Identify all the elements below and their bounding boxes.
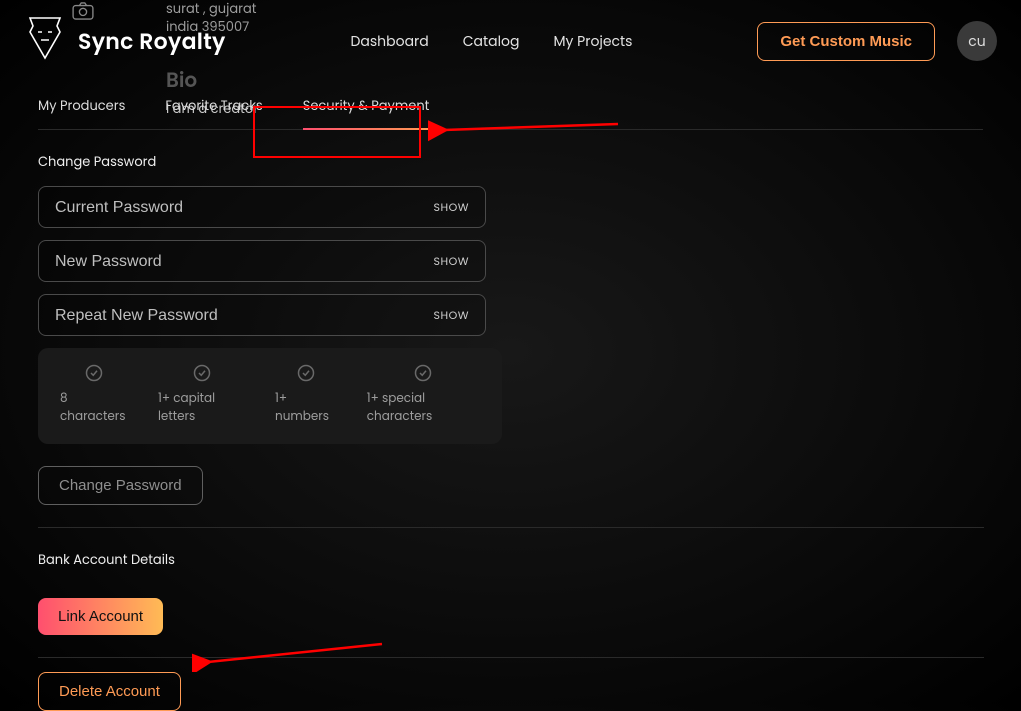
rule-special-characters: 1+ special characters — [367, 364, 480, 426]
avatar[interactable]: cu — [957, 21, 997, 61]
rule-label: 1+ numbers — [275, 390, 337, 426]
brand-name: Sync Royalty — [78, 25, 226, 58]
divider — [38, 527, 984, 528]
show-toggle-repeat[interactable]: SHOW — [434, 307, 469, 324]
tab-my-producers[interactable]: My Producers — [38, 82, 125, 130]
repeat-password-input[interactable] — [55, 307, 434, 324]
repeat-password-field[interactable]: SHOW — [38, 294, 486, 336]
check-circle-icon — [193, 364, 211, 382]
link-account-button[interactable]: Link Account — [38, 598, 163, 635]
bank-account-title: Bank Account Details — [38, 550, 983, 570]
header: Sync Royalty Dashboard Catalog My Projec… — [0, 0, 1021, 82]
tab-favorite-tracks[interactable]: Favorite Tracks — [165, 82, 262, 130]
header-right: Get Custom Music cu — [757, 21, 997, 61]
get-custom-music-button[interactable]: Get Custom Music — [757, 22, 935, 61]
main-nav: Dashboard Catalog My Projects — [351, 31, 633, 52]
new-password-field[interactable]: SHOW — [38, 240, 486, 282]
show-toggle-current[interactable]: SHOW — [434, 199, 469, 216]
rule-capital-letters: 1+ capital letters — [158, 364, 245, 426]
brand: Sync Royalty — [24, 14, 226, 69]
change-password-button[interactable]: Change Password — [38, 466, 203, 505]
current-password-input[interactable] — [55, 199, 434, 216]
current-password-field[interactable]: SHOW — [38, 186, 486, 228]
password-rules: 8 characters 1+ capital letters 1+ numbe… — [38, 348, 502, 444]
rule-label: 8 characters — [60, 390, 128, 426]
change-password-title: Change Password — [38, 152, 983, 172]
profile-tabs: My Producers Favorite Tracks Security & … — [38, 82, 983, 130]
show-toggle-new[interactable]: SHOW — [434, 253, 469, 270]
divider — [38, 657, 984, 658]
new-password-input[interactable] — [55, 253, 434, 270]
tab-security-payment[interactable]: Security & Payment — [303, 82, 430, 130]
nav-catalog[interactable]: Catalog — [463, 31, 520, 52]
check-circle-icon — [414, 364, 432, 382]
rule-label: 1+ capital letters — [158, 390, 245, 426]
logo-icon — [24, 14, 66, 69]
check-circle-icon — [297, 364, 315, 382]
check-circle-icon — [85, 364, 103, 382]
delete-account-button[interactable]: Delete Account — [38, 672, 181, 711]
rule-8-characters: 8 characters — [60, 364, 128, 426]
rule-label: 1+ special characters — [367, 390, 480, 426]
nav-dashboard[interactable]: Dashboard — [351, 31, 429, 52]
rule-numbers: 1+ numbers — [275, 364, 337, 426]
nav-my-projects[interactable]: My Projects — [553, 31, 632, 52]
